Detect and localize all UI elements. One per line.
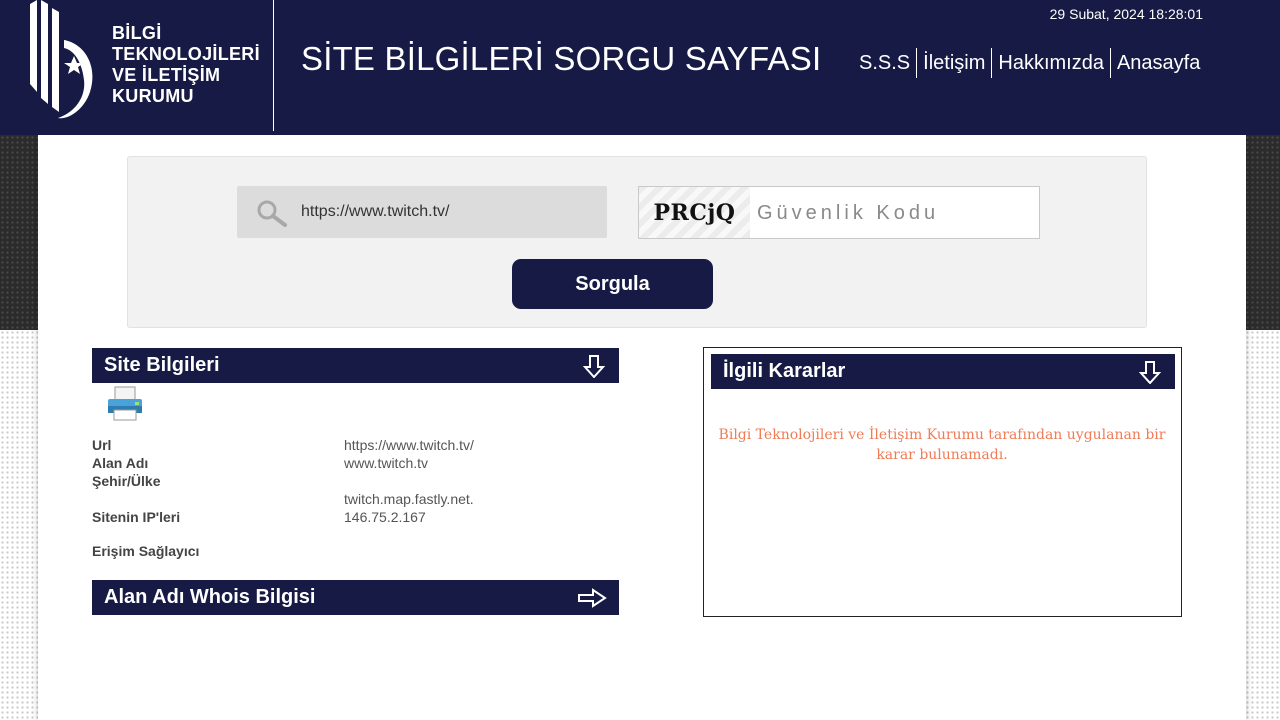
arrow-right-icon[interactable] — [577, 586, 607, 610]
url-input[interactable] — [301, 199, 591, 225]
url-value: https://www.twitch.tv/ — [344, 437, 474, 453]
printer-icon[interactable] — [106, 386, 144, 422]
whois-header[interactable]: Alan Adı Whois Bilgisi — [92, 580, 619, 615]
datetime-label: 29 Subat, 2024 18:28:01 — [1049, 6, 1203, 22]
captcha-input[interactable] — [757, 199, 1027, 227]
header: BİLGİ TEKNOLOJİLERİ VE İLETİŞİM KURUMU S… — [0, 0, 1280, 135]
logo-line-3: VE İLETİŞİM — [112, 65, 221, 85]
site-info-title: Site Bilgileri — [104, 354, 220, 376]
logo-text: BİLGİ TEKNOLOJİLERİ VE İLETİŞİM KURUMU — [112, 23, 260, 107]
btk-logo-icon[interactable] — [28, 0, 100, 124]
captcha-image: PRCjQ — [639, 187, 750, 238]
url-label: Url — [92, 437, 112, 453]
url-search-box — [237, 186, 607, 238]
domain-label: Alan Adı — [92, 455, 149, 471]
nav-separator — [991, 48, 993, 78]
arrow-down-icon[interactable] — [583, 354, 605, 378]
logo-line-4: KURUMU — [112, 86, 194, 106]
logo-line-2: TEKNOLOJİLERİ — [112, 44, 260, 64]
decisions-header[interactable]: İlgili Kararlar — [711, 354, 1175, 389]
nav-home-link[interactable]: Anasayfa — [1117, 52, 1200, 75]
whois-title: Alan Adı Whois Bilgisi — [104, 586, 316, 608]
nav-separator — [916, 48, 918, 78]
top-nav: S.S.S İletişim Hakkımızda Anasayfa — [859, 48, 1200, 78]
provider-label: Erişim Sağlayıcı — [92, 543, 200, 559]
domain-value: www.twitch.tv — [344, 455, 429, 471]
logo-line-1: BİLGİ — [112, 23, 162, 43]
search-icon — [257, 200, 287, 227]
no-decision-message: Bilgi Teknolojileri ve İletişim Kurumu t… — [718, 427, 1166, 463]
query-button[interactable]: Sorgula — [512, 259, 713, 309]
decisions-title: İlgili Kararlar — [723, 360, 846, 382]
ip-host-value: twitch.map.fastly.net. — [344, 491, 474, 507]
ip-address-value: 146.75.2.167 — [344, 509, 426, 525]
nav-about-link[interactable]: Hakkımızda — [998, 52, 1104, 75]
captcha-box: PRCjQ — [638, 186, 1040, 239]
ip-label: Sitenin IP'leri — [92, 509, 181, 525]
nav-contact-link[interactable]: İletişim — [923, 52, 985, 75]
site-info-header[interactable]: Site Bilgileri — [92, 348, 619, 383]
header-divider — [273, 0, 274, 131]
nav-faq-link[interactable]: S.S.S — [859, 52, 910, 75]
arrow-down-icon[interactable] — [1139, 360, 1161, 384]
nav-separator — [1109, 48, 1111, 78]
page-title: SİTE BİLGİLERİ SORGU SAYFASI — [301, 40, 822, 77]
city-country-label: Şehir/Ülke — [92, 473, 161, 489]
